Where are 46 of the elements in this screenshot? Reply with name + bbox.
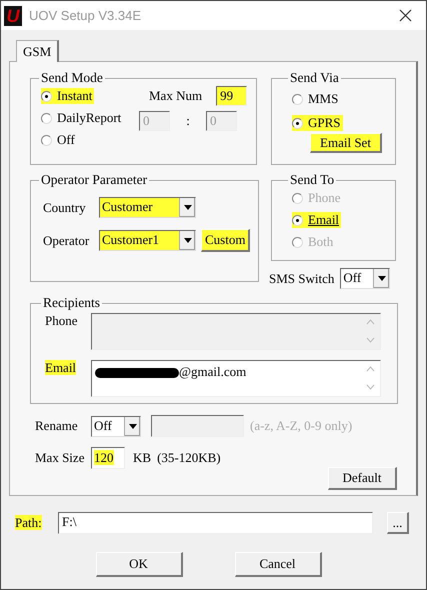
app-logo: U xyxy=(4,6,22,26)
range-text: (35-120KB) xyxy=(157,450,221,466)
email-field[interactable]: @gmail.com xyxy=(91,360,381,397)
email-set-button[interactable]: Email Set xyxy=(310,133,382,153)
group-title: Recipients xyxy=(42,295,101,311)
default-button[interactable]: Default xyxy=(328,467,397,490)
group-title: Send Mode xyxy=(40,70,104,86)
window-title: UOV Setup V3.34E xyxy=(29,8,142,23)
country-dropdown[interactable]: Customer xyxy=(99,197,196,218)
caret-icon xyxy=(378,276,386,281)
radio-button[interactable]: MMS xyxy=(292,91,340,107)
group-title: Operator Parameter xyxy=(40,172,148,188)
close-icon[interactable] xyxy=(399,9,412,22)
field-label: Max Num xyxy=(149,88,202,104)
ok-button[interactable]: OK xyxy=(96,552,182,577)
radio-button[interactable]: Instant xyxy=(41,88,94,104)
radio-button[interactable]: Off xyxy=(41,132,77,148)
cancel-button[interactable]: Cancel xyxy=(234,552,322,577)
max-num-field[interactable]: 99 xyxy=(216,86,248,106)
field-label: Rename xyxy=(35,418,79,434)
browse-button[interactable]: ... xyxy=(387,512,409,534)
field-label: Max Size xyxy=(35,450,86,466)
field-label: Path: xyxy=(15,515,42,530)
tab[interactable]: GSM xyxy=(16,40,60,62)
operator-dropdown[interactable]: Customer1 xyxy=(99,230,196,251)
field-label: SMS Switch xyxy=(269,270,334,286)
field-label: Email xyxy=(45,360,76,375)
hint-text: (a-z, A-Z, 0-9 only) xyxy=(250,418,352,434)
radio-button[interactable]: GPRS xyxy=(292,115,343,131)
path-field[interactable]: F:\ xyxy=(58,512,373,534)
field-label: Operator xyxy=(43,232,90,248)
max-size-field[interactable]: 120 xyxy=(91,447,125,469)
rename-dropdown[interactable]: Off xyxy=(91,416,141,436)
field-label: Country xyxy=(43,200,87,216)
radio-button[interactable]: DailyReport xyxy=(41,110,124,126)
unit-label: KB xyxy=(133,450,152,466)
sms-switch-dropdown[interactable]: Off xyxy=(340,268,390,289)
caret-icon xyxy=(184,205,192,210)
caret-icon xyxy=(128,424,136,428)
field-label: Phone xyxy=(45,313,78,329)
group-title: Send Via xyxy=(289,70,340,86)
custom-button[interactable]: Custom xyxy=(201,229,250,252)
radio-button[interactable]: Email xyxy=(292,212,342,228)
group-title: Send To xyxy=(289,172,336,188)
time-separator: : xyxy=(185,113,191,129)
caret-icon xyxy=(184,238,192,243)
